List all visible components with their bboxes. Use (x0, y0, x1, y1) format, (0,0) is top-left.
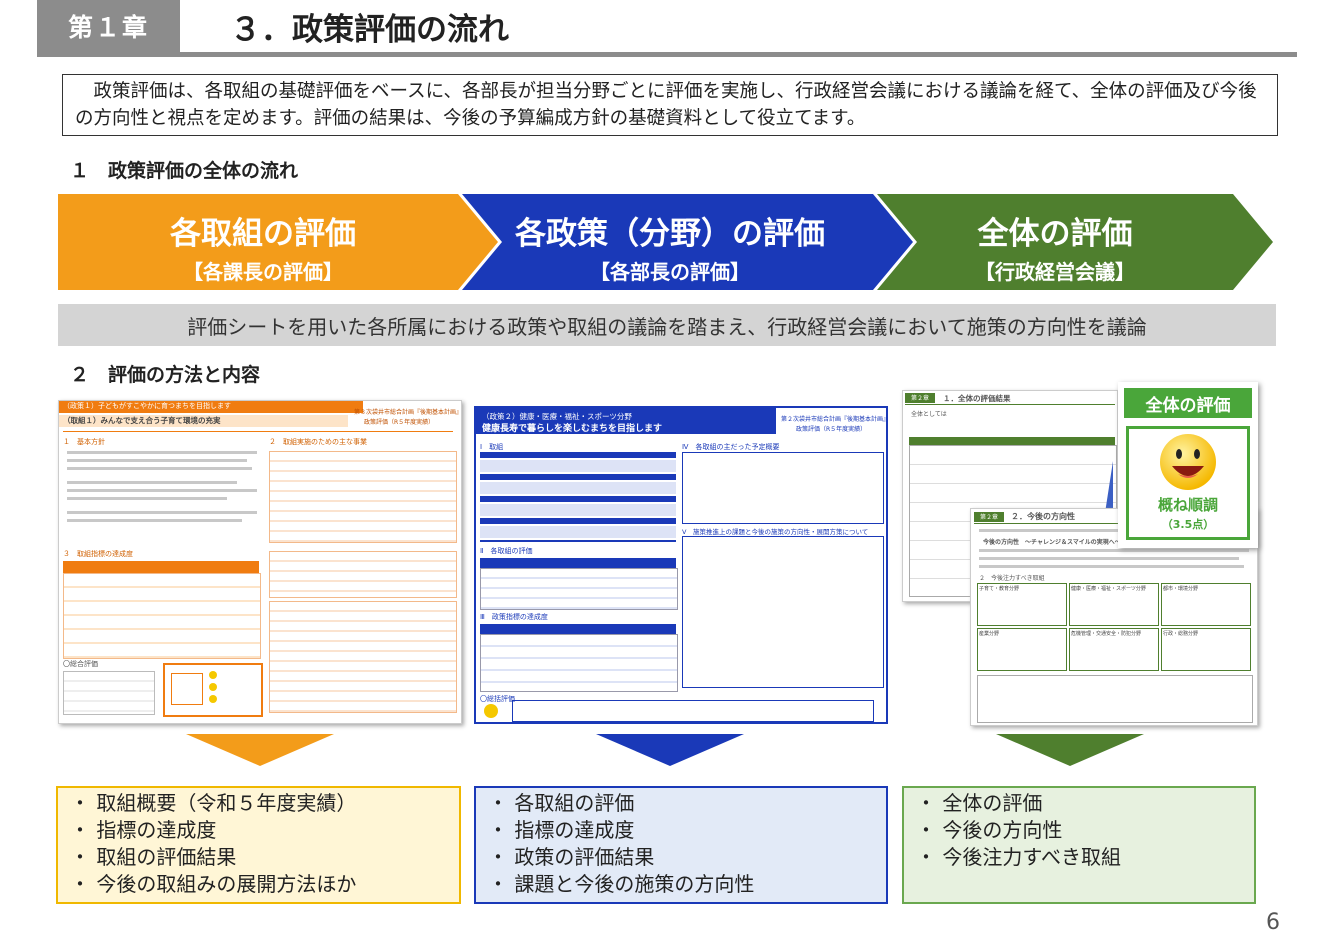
bullets-box-right: 全体の評価 今後の方向性 今後注力すべき取組 (902, 786, 1256, 904)
flow-step-3: 全体の評価 【行政経営会議】 (900, 194, 1210, 290)
flow-step-2-title: 各政策（分野）の評価 (515, 216, 825, 252)
overall-verdict: 概ね順調 (1157, 496, 1218, 514)
sheet-right-cell-6: 行政・総務分野 (1161, 628, 1251, 671)
bullet-item: 今後の方向性 (916, 817, 1242, 844)
smiley-icon (1160, 434, 1216, 490)
sheet-middle-sec2: Ⅳ 各取組の主だった予定概要 (682, 443, 780, 451)
sheet-middle-title: 健康長寿で暮らしを楽しむまちを目指します (482, 424, 663, 434)
sheet-right-cell-4: 産業分野 (977, 628, 1067, 671)
section-heading-flow: １ 政策評価の全体の流れ (70, 160, 299, 182)
sheet-right-sec2: ２．今後の方向性 (1011, 512, 1075, 521)
bullets-box-left: 取組概要（令和５年度実績） 指標の達成度 取組の評価結果 今後の取組みの展開方法… (56, 786, 461, 904)
bullet-item: 政策の評価結果 (488, 844, 874, 871)
intro-paragraph: 政策評価は、各取組の基礎評価をベースに、各部長が担当分野ごとに評価を実施し、行政… (62, 74, 1278, 136)
overall-score: （3.5点） (1161, 518, 1215, 531)
sheet-left-plan-sub: 政策評価（R５年度実績） (364, 419, 435, 426)
sheet-left-plan: 第３次袋井市総合計画『後期基本計画』 (354, 409, 462, 416)
sheet-right-focus: ２ 今後注力すべき取組 (979, 575, 1045, 582)
sheet-right-badge1: 第２章 (905, 393, 935, 403)
sheet-middle-eval: 〇総括評価 (480, 695, 515, 703)
sheet-middle-sec3: Ⅱ 各取組の評価 (480, 547, 533, 555)
chapter-badge: 第１章 (37, 0, 180, 52)
flow-step-3-title: 全体の評価 (977, 216, 1133, 252)
page-number: 6 (1266, 910, 1280, 935)
down-arrow-left (186, 734, 334, 766)
bullets-box-middle: 各取組の評価 指標の達成度 政策の評価結果 課題と今後の施策の方向性 (474, 786, 888, 904)
flow-step-1-title: 各取組の評価 (170, 216, 356, 252)
sheet-right-cell-1: 子育て・教育分野 (977, 583, 1067, 626)
sheet-middle-sec4: Ⅲ 政策指標の達成度 (480, 613, 548, 621)
bullet-item: 今後注力すべき取組 (916, 844, 1242, 871)
section-heading-method: ２ 評価の方法と内容 (70, 364, 261, 386)
bullet-item: 指標の達成度 (488, 817, 874, 844)
sheet-right-cell-5: 危機管理・交通安全・防犯分野 (1069, 628, 1159, 671)
sheet-left-subtitle: （取組１）みんなで支え合う子育て環境の充実 (59, 415, 348, 427)
sheet-right-sub-label: 全体としては (911, 411, 947, 418)
sheet-left-banner: （政策１）子どもがすこやかに育つまちを目指します (59, 401, 363, 413)
sheet-left-sec3: ３ 取組指標の達成度 (63, 550, 133, 558)
page-title: ３．政策評価の流れ (230, 12, 509, 48)
bullet-item: 課題と今後の施策の方向性 (488, 871, 874, 898)
flow-step-3-sub: 【行政経営会議】 (975, 260, 1135, 284)
overall-evaluation-label: 全体の評価 (1124, 388, 1252, 418)
sheet-right-badge2: 第２章 (974, 512, 1004, 522)
flow-step-2-sub: 【各部長の評価】 (590, 260, 750, 284)
header-rule (37, 52, 1297, 57)
sheet-thumbnail-middle: （政策２）健康・医療・福祉・スポーツ分野 健康長寿で暮らしを楽しむまちを目指しま… (474, 406, 888, 724)
bullet-item: 全体の評価 (916, 790, 1242, 817)
sheet-middle-sec1: Ⅰ 取組 (480, 443, 504, 451)
bullet-item: 今後の取組みの展開方法ほか (70, 871, 447, 898)
down-arrow-right (996, 734, 1144, 766)
sheet-middle-sec5: Ⅴ 施策推進上の課題と今後の施策の方向性・展開方策について (682, 528, 869, 536)
sheet-right-cell-2: 健康・医療・福祉・スポーツ分野 (1069, 583, 1159, 626)
bullet-item: 指標の達成度 (70, 817, 447, 844)
flow-step-2: 各政策（分野）の評価 【各部長の評価】 (480, 194, 860, 290)
sheet-middle-plan: 第２次袋井市総合計画『後期基本計画』 (781, 416, 888, 423)
flow-step-1: 各取組の評価 【各課長の評価】 (58, 194, 468, 290)
overall-evaluation-card: 全体の評価 概ね順調 （3.5点） (1118, 382, 1258, 548)
sheet-middle-plan-sub: 政策評価（R５年度実績） (796, 426, 867, 433)
flow-step-1-sub: 【各課長の評価】 (183, 260, 343, 284)
sheet-left-eval: 〇総合評価 (63, 660, 98, 668)
bullet-item: 各取組の評価 (488, 790, 874, 817)
bullet-item: 取組の評価結果 (70, 844, 447, 871)
sheet-left-sec1: １ 基本方針 (63, 438, 105, 446)
sheet-right-cell-3: 都市・環境分野 (1161, 583, 1251, 626)
summary-band: 評価シートを用いた各所属における政策や取組の議論を踏まえ、行政経営会議において施… (58, 304, 1276, 346)
down-arrow-middle (596, 734, 744, 766)
sheet-thumbnail-left: （政策１）子どもがすこやかに育つまちを目指します （取組１）みんなで支え合う子育… (58, 400, 462, 724)
sheet-left-sec2: ２ 取組実施のための主な事業 (269, 438, 367, 446)
sheet-right-sec1: １．全体の評価結果 (943, 394, 1011, 403)
bullet-item: 取組概要（令和５年度実績） (70, 790, 447, 817)
sheet-right-direction: 今後の方向性 ～チャレンジ＆スマイルの実現へ～ (983, 539, 1121, 546)
